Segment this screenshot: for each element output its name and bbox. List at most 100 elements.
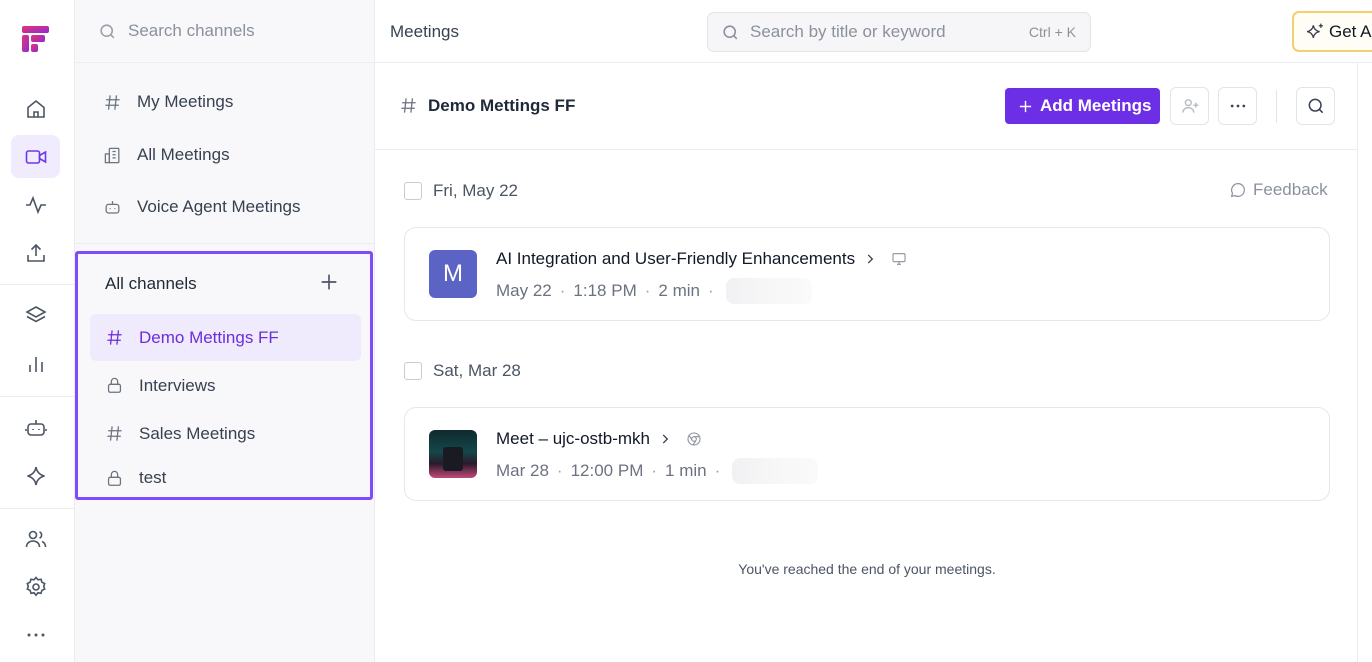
more-horizontal-icon xyxy=(27,633,44,636)
chevron-right-icon xyxy=(867,254,874,264)
channel-label: Sales Meetings xyxy=(139,423,256,443)
chat-bubble-icon xyxy=(1230,183,1245,198)
meeting-meta: May 22 · 1:18 PM · 2 min · xyxy=(496,278,812,304)
date-group-header: Fri, May 22 xyxy=(404,180,518,202)
team-button[interactable] xyxy=(11,517,60,560)
sparkle-icon xyxy=(26,466,45,485)
bot-button[interactable] xyxy=(11,406,60,449)
home-icon xyxy=(26,99,45,118)
select-group-checkbox[interactable] xyxy=(404,362,422,380)
nav-label: My Meetings xyxy=(137,92,234,111)
monitor-icon xyxy=(892,253,906,265)
group-date: Sat, Mar 28 xyxy=(433,361,521,380)
plus-icon xyxy=(1019,100,1032,112)
hash-icon xyxy=(107,426,122,441)
meeting-time: 12:00 PM xyxy=(570,461,644,480)
analytics-button[interactable] xyxy=(11,342,60,385)
redacted-participants xyxy=(725,278,812,304)
meeting-meta: Mar 28 · 12:00 PM · 1 min · xyxy=(496,458,819,484)
channel-sales-meetings[interactable]: Sales Meetings xyxy=(90,410,361,457)
add-meetings-label: Add Meetings xyxy=(1040,96,1152,115)
app-rail xyxy=(0,0,75,662)
channel-search-button[interactable] xyxy=(1296,87,1335,125)
page-title: Meetings xyxy=(390,22,459,41)
meeting-date: May 22 xyxy=(496,281,552,300)
get-ai-button[interactable]: Get A xyxy=(1292,11,1372,52)
meeting-avatar: M xyxy=(429,250,477,298)
activity-button[interactable] xyxy=(11,183,60,226)
get-ai-label: Get A xyxy=(1329,21,1372,41)
meeting-card[interactable]: Meet – ujc-ostb-mkh Mar 28 · 12:00 PM · … xyxy=(404,407,1330,501)
channel-title: Demo Mettings FF xyxy=(428,96,576,115)
search-shortcut: Ctrl + K xyxy=(1028,24,1076,40)
group-date: Fri, May 22 xyxy=(433,181,519,200)
more-horizontal-icon xyxy=(1230,104,1245,108)
channel-demo-mettings-ff[interactable]: Demo Mettings FF xyxy=(90,314,361,361)
search-icon xyxy=(100,23,115,38)
user-plus-icon xyxy=(1181,99,1198,113)
meeting-card[interactable]: M AI Integration and User-Friendly Enhan… xyxy=(404,227,1330,321)
sparkle-icon xyxy=(1306,23,1323,38)
chrome-icon xyxy=(687,432,701,446)
meeting-title-row[interactable]: Meet – ujc-ostb-mkh xyxy=(496,429,702,449)
lock-icon xyxy=(107,377,122,393)
settings-button[interactable] xyxy=(11,565,60,608)
channels-sidebar: Search channels My Meetings All Meetings… xyxy=(75,0,375,662)
nav-label: All Meetings xyxy=(137,145,230,164)
nav-all-meetings[interactable]: All Meetings xyxy=(103,140,230,170)
activity-icon xyxy=(25,195,46,214)
meeting-search-placeholder: Search by title or keyword xyxy=(750,22,946,41)
layers-icon xyxy=(24,305,47,322)
home-button[interactable] xyxy=(11,87,60,130)
bot-icon xyxy=(24,419,47,436)
meeting-thumbnail xyxy=(429,430,477,478)
channels-section: All channels Demo Mettings FF Interviews… xyxy=(75,251,373,500)
upload-icon xyxy=(26,243,45,262)
gear-icon xyxy=(25,575,46,596)
layers-button[interactable] xyxy=(11,294,60,337)
nav-voice-agent-meetings[interactable]: Voice Agent Meetings xyxy=(103,192,301,222)
app-logo-icon[interactable] xyxy=(22,26,49,52)
meeting-duration: 1 min xyxy=(665,461,707,480)
hash-icon xyxy=(401,98,416,113)
feedback-label: Feedback xyxy=(1253,180,1328,199)
bot-icon xyxy=(105,200,120,214)
channel-search-input[interactable]: Search channels xyxy=(75,0,375,63)
hash-icon xyxy=(105,94,120,110)
feedback-link[interactable]: Feedback xyxy=(1229,180,1328,200)
ai-button[interactable] xyxy=(11,454,60,497)
channel-options-button[interactable] xyxy=(1218,87,1257,125)
end-of-list-message: You've reached the end of your meetings. xyxy=(738,561,996,577)
meetings-button[interactable] xyxy=(11,135,60,178)
channel-search-placeholder: Search channels xyxy=(128,21,255,40)
channel-interviews[interactable]: Interviews xyxy=(90,362,361,409)
channel-label: Demo Mettings FF xyxy=(139,327,279,347)
channel-header: Demo Mettings FF Add Meetings xyxy=(375,63,1358,150)
channels-header: All channels xyxy=(105,274,197,293)
meeting-time: 1:18 PM xyxy=(573,281,637,300)
channel-label: Interviews xyxy=(139,375,216,395)
hash-icon xyxy=(107,330,122,345)
add-channel-icon[interactable] xyxy=(318,271,340,293)
top-bar: Meetings Search by title or keyword Ctrl… xyxy=(375,0,1372,63)
nav-my-meetings[interactable]: My Meetings xyxy=(103,87,233,117)
meeting-duration: 2 min xyxy=(658,281,700,300)
lock-icon xyxy=(107,470,122,486)
video-camera-icon xyxy=(25,149,46,164)
more-button[interactable] xyxy=(11,613,60,656)
meeting-title-row[interactable]: AI Integration and User-Friendly Enhance… xyxy=(496,249,907,269)
select-group-checkbox[interactable] xyxy=(404,182,422,200)
meeting-title: Meet – ujc-ostb-mkh xyxy=(496,429,650,448)
bar-chart-icon xyxy=(28,356,43,372)
buildings-icon xyxy=(104,147,120,163)
chevron-right-icon xyxy=(662,434,669,444)
add-member-button[interactable] xyxy=(1170,87,1209,125)
add-meetings-button[interactable]: Add Meetings xyxy=(1005,88,1160,124)
channel-label: test xyxy=(139,468,167,487)
upload-button[interactable] xyxy=(11,231,60,274)
meeting-search-input[interactable]: Search by title or keyword Ctrl + K xyxy=(707,12,1091,52)
channel-test[interactable]: test xyxy=(90,458,361,498)
meeting-date: Mar 28 xyxy=(496,461,549,480)
search-icon xyxy=(723,24,738,39)
users-icon xyxy=(25,530,46,547)
